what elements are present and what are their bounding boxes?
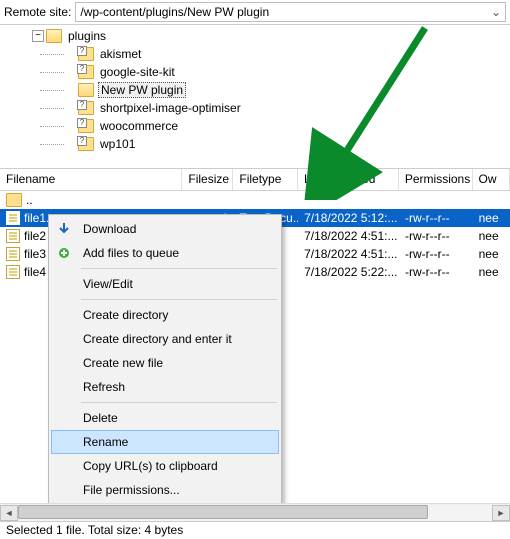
tree-node-wp101[interactable]: ? wp101 (0, 135, 510, 153)
file-name: file4 (24, 265, 46, 279)
remote-path-combobox[interactable]: /wp-content/plugins/New PW plugin ⌄ (75, 2, 506, 22)
file-owner: nee (473, 211, 510, 225)
remote-site-label: Remote site: (4, 5, 71, 19)
menu-separator (81, 268, 277, 269)
file-modified: 7/18/2022 5:22:... (298, 265, 399, 279)
cm-rename[interactable]: Rename (51, 430, 279, 454)
cm-label: Delete (83, 411, 118, 425)
file-modified: 7/18/2022 5:12:... (298, 211, 399, 225)
file-owner: nee (473, 247, 510, 261)
cm-label: Refresh (83, 380, 125, 394)
remote-tree-pane[interactable]: − plugins ? akismet ? google-site-kit Ne… (0, 25, 510, 169)
cm-create-file[interactable]: Create new file (51, 351, 279, 375)
tree-label: plugins (66, 29, 108, 43)
unknown-badge-icon: ? (77, 64, 87, 74)
cm-label: Create directory and enter it (83, 332, 232, 346)
file-modified: 7/18/2022 4:51:... (298, 229, 399, 243)
tree-label: wp101 (98, 137, 137, 151)
folder-icon: ? (78, 65, 94, 79)
col-permissions[interactable]: Permissions (399, 169, 473, 190)
tree-label: google-site-kit (98, 65, 177, 79)
file-name: file3 (24, 247, 46, 261)
tree-node-new-pw-plugin[interactable]: New PW plugin (0, 81, 510, 99)
folder-icon: ? (78, 119, 94, 133)
cm-label: View/Edit (83, 277, 133, 291)
col-owner[interactable]: Ow (473, 169, 510, 190)
add-queue-icon (56, 245, 72, 261)
menu-separator (81, 299, 277, 300)
file-name: file2 (24, 229, 46, 243)
col-modified[interactable]: Last modified (298, 169, 399, 190)
parent-dir-label: .. (26, 193, 33, 207)
status-bar: Selected 1 file. Total size: 4 bytes (0, 521, 510, 539)
file-icon (6, 265, 20, 279)
cm-label: Copy URL(s) to clipboard (83, 459, 218, 473)
folder-icon: ? (78, 101, 94, 115)
scroll-left-icon[interactable]: ◄ (0, 505, 18, 521)
tree-node-woocommerce[interactable]: ? woocommerce (0, 117, 510, 135)
tree-node-akismet[interactable]: ? akismet (0, 45, 510, 63)
cm-copy-urls[interactable]: Copy URL(s) to clipboard (51, 454, 279, 478)
horizontal-scrollbar[interactable]: ◄ ► (0, 503, 510, 521)
file-permissions: -rw-r--r-- (399, 265, 473, 279)
cm-download[interactable]: Download (51, 217, 279, 241)
tree-collapse-icon[interactable]: − (32, 30, 44, 42)
folder-icon: ? (78, 137, 94, 151)
col-filename[interactable]: Filename (0, 169, 182, 190)
cm-create-dir-enter[interactable]: Create directory and enter it (51, 327, 279, 351)
parent-dir-row[interactable]: .. (0, 191, 510, 209)
cm-label: Create new file (83, 356, 163, 370)
chevron-down-icon[interactable]: ⌄ (489, 5, 503, 19)
cm-refresh[interactable]: Refresh (51, 375, 279, 399)
context-menu: Download Add files to queue View/Edit Cr… (48, 214, 282, 505)
cm-add-queue[interactable]: Add files to queue (51, 241, 279, 265)
status-text: Selected 1 file. Total size: 4 bytes (6, 523, 183, 537)
remote-path-value: /wp-content/plugins/New PW plugin (80, 5, 269, 19)
folder-icon: ? (78, 47, 94, 61)
file-owner: nee (473, 265, 510, 279)
cm-file-permissions[interactable]: File permissions... (51, 478, 279, 502)
file-permissions: -rw-r--r-- (399, 229, 473, 243)
menu-separator (81, 402, 277, 403)
cm-label: Create directory (83, 308, 168, 322)
file-modified: 7/18/2022 4:51:... (298, 247, 399, 261)
download-icon (56, 221, 72, 237)
cm-label: Download (83, 222, 136, 236)
col-filetype[interactable]: Filetype (233, 169, 298, 190)
file-icon (6, 211, 20, 225)
scroll-thumb[interactable] (18, 505, 428, 519)
scroll-track[interactable] (18, 505, 492, 521)
remote-site-row: Remote site: /wp-content/plugins/New PW … (0, 0, 510, 25)
scroll-right-icon[interactable]: ► (492, 505, 510, 521)
tree-node-shortpixel[interactable]: ? shortpixel-image-optimiser (0, 99, 510, 117)
file-icon (6, 229, 20, 243)
cm-label: Add files to queue (83, 246, 179, 260)
folder-up-icon (6, 193, 22, 207)
unknown-badge-icon: ? (77, 46, 87, 56)
unknown-badge-icon: ? (77, 118, 87, 128)
tree-node-plugins[interactable]: − plugins (0, 27, 510, 45)
file-list-header[interactable]: Filename Filesize Filetype Last modified… (0, 169, 510, 191)
file-icon (6, 247, 20, 261)
cm-label: File permissions... (83, 483, 180, 497)
tree-label: woocommerce (98, 119, 180, 133)
file-permissions: -rw-r--r-- (399, 247, 473, 261)
folder-open-icon (78, 83, 94, 97)
col-filesize[interactable]: Filesize (182, 169, 233, 190)
tree-node-google-site-kit[interactable]: ? google-site-kit (0, 63, 510, 81)
cm-delete[interactable]: Delete (51, 406, 279, 430)
unknown-badge-icon: ? (77, 136, 87, 146)
cm-view-edit[interactable]: View/Edit (51, 272, 279, 296)
folder-open-icon (46, 29, 62, 43)
file-owner: nee (473, 229, 510, 243)
tree-label: New PW plugin (98, 82, 186, 98)
unknown-badge-icon: ? (77, 100, 87, 110)
tree-label: akismet (98, 47, 143, 61)
tree-label: shortpixel-image-optimiser (98, 101, 243, 115)
file-permissions: -rw-r--r-- (399, 211, 473, 225)
cm-create-dir[interactable]: Create directory (51, 303, 279, 327)
cm-label: Rename (83, 435, 128, 449)
